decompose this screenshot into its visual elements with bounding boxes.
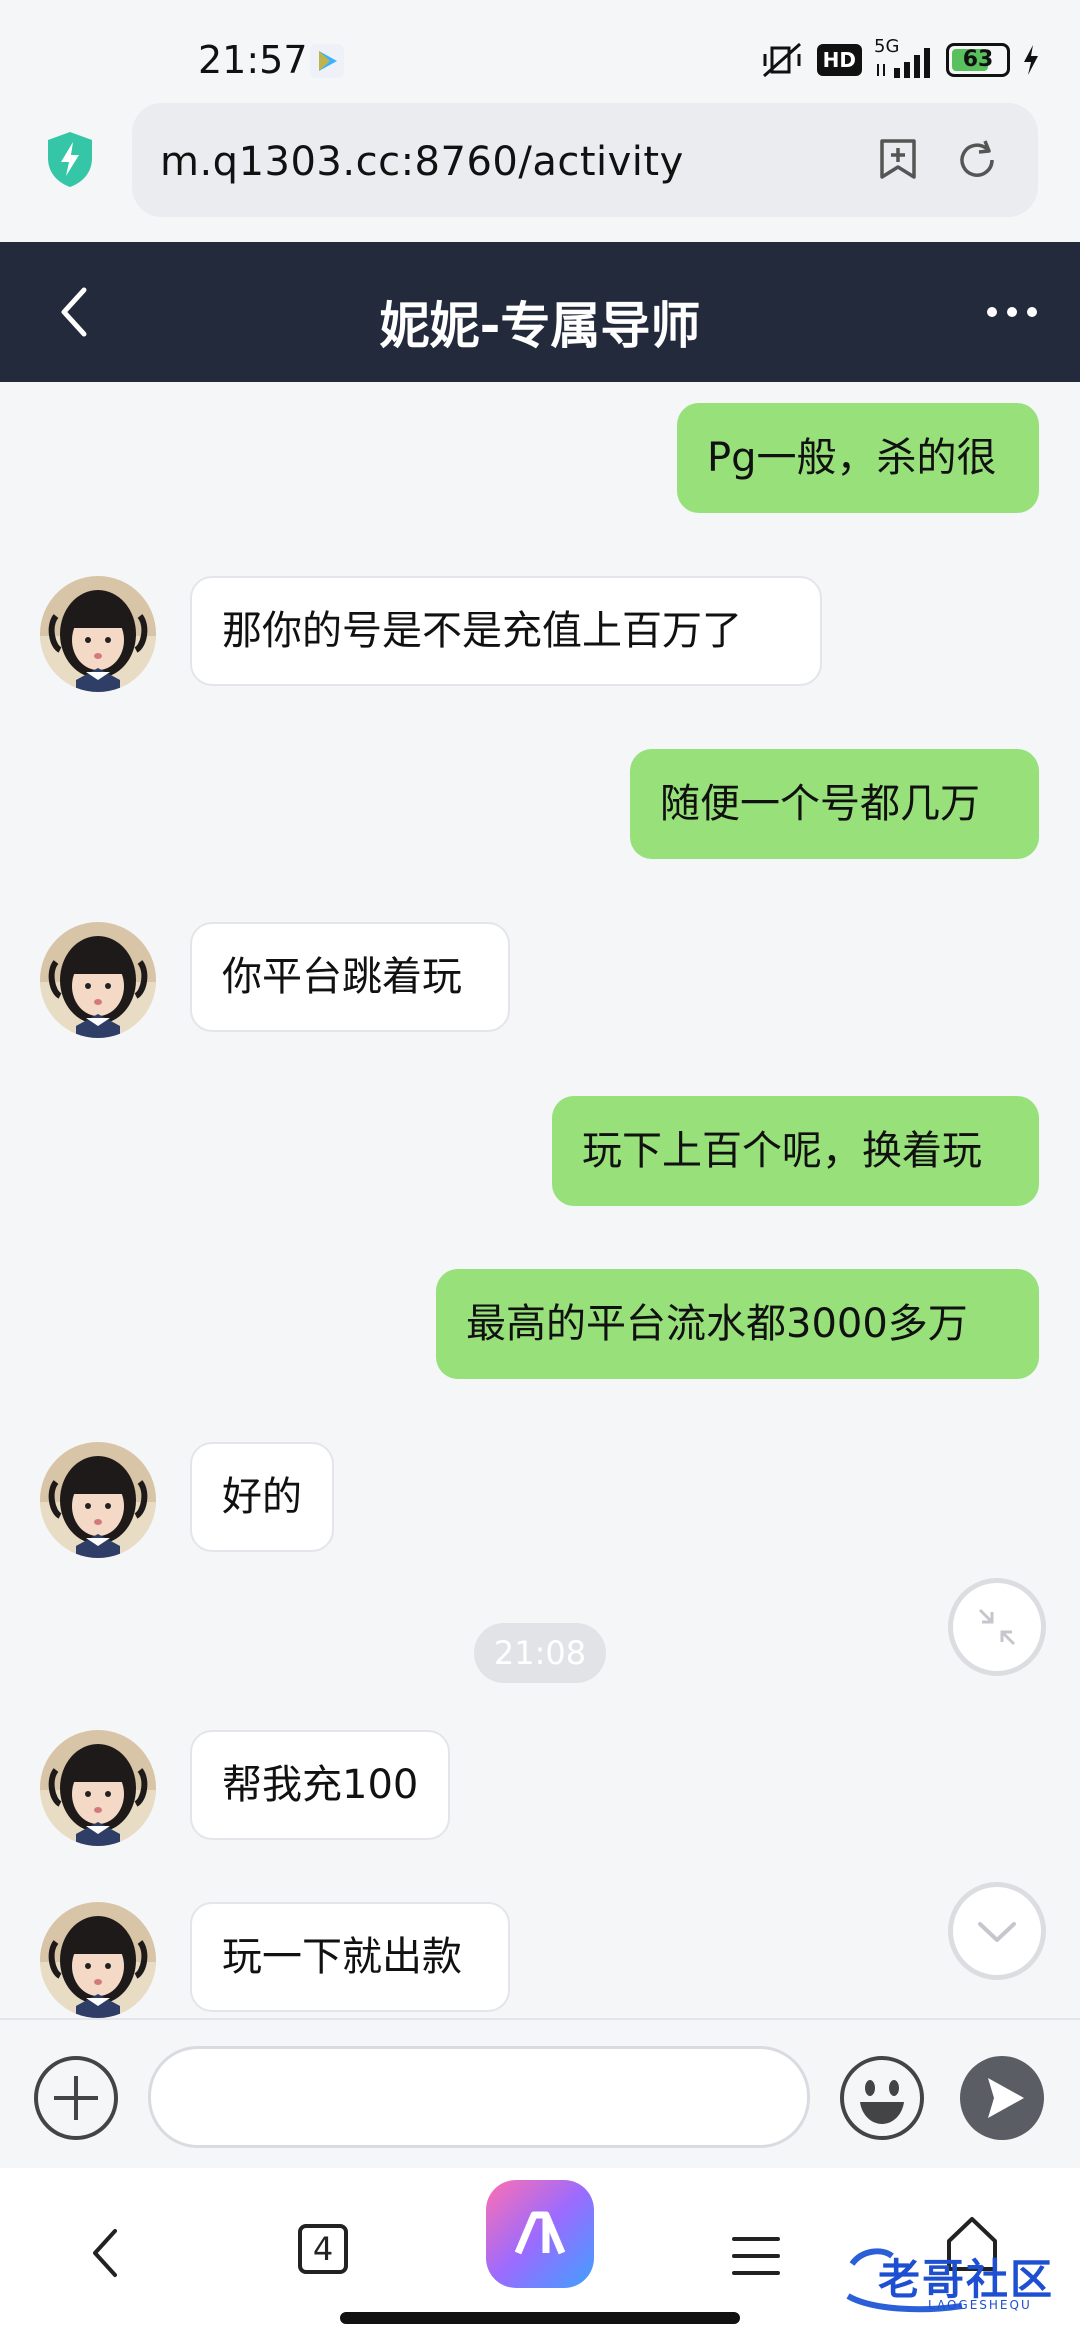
mute-vibrate-icon: [762, 42, 801, 78]
message-text: Pg一般，杀的很: [707, 435, 997, 481]
charging-icon: [1024, 45, 1038, 75]
message-text: 随便一个号都几万: [660, 781, 980, 827]
battery-level: 63: [962, 47, 994, 72]
message-bubble-received[interactable]: 玩一下就出款: [190, 1902, 510, 2012]
message-bubble-received[interactable]: 你平台跳着玩: [190, 922, 510, 1032]
message-bubble-sent[interactable]: 随便一个号都几万: [630, 749, 1039, 859]
message-text: 好的: [222, 1474, 302, 1520]
collapse-arrows-icon: [978, 1608, 1016, 1646]
hd-badge: HD: [816, 44, 862, 76]
ai-assistant-button[interactable]: [486, 2180, 594, 2288]
message-text: 你平台跳着玩: [222, 954, 462, 1000]
signal-icon: 5G: [874, 36, 934, 80]
play-store-icon: [310, 44, 344, 78]
back-icon: [93, 2229, 117, 2277]
message-bubble-received[interactable]: 好的: [190, 1442, 334, 1552]
message-bubble-sent[interactable]: 玩下上百个呢，换着玩: [552, 1096, 1039, 1206]
emoji-icon[interactable]: [838, 2054, 926, 2142]
home-indicator[interactable]: [340, 2312, 740, 2324]
message-bubble-sent[interactable]: 最高的平台流水都3000多万: [436, 1269, 1039, 1379]
tabs-count: 4: [312, 2230, 334, 2268]
collapse-button[interactable]: [948, 1578, 1046, 1676]
message-text: 玩一下就出款: [222, 1934, 462, 1980]
avatar[interactable]: [40, 576, 156, 692]
status-bar: 21:57 HD 5G 63: [0, 0, 1080, 95]
more-options-icon[interactable]: [984, 300, 1040, 324]
message-text: 那你的号是不是充值上百万了: [222, 608, 742, 654]
url-bar[interactable]: m.q1303.cc:8760/activity: [132, 103, 1038, 217]
scroll-down-button[interactable]: [948, 1882, 1046, 1980]
ai-logo-icon: [514, 2211, 566, 2255]
message-bubble-received[interactable]: 那你的号是不是充值上百万了: [190, 576, 822, 686]
message-text: 帮我充100: [222, 1762, 419, 1808]
avatar[interactable]: [40, 922, 156, 1038]
message-input[interactable]: [148, 2046, 810, 2148]
tabs-button[interactable]: 4: [298, 2224, 348, 2274]
avatar[interactable]: [40, 1442, 156, 1558]
status-time: 21:57: [198, 38, 308, 82]
message-text: 最高的平台流水都3000多万: [466, 1301, 968, 1347]
menu-button[interactable]: [728, 2228, 784, 2284]
watermark-logo: 老哥社区 LAOGESHEQU: [842, 2240, 1072, 2320]
message-text: 玩下上百个呢，换着玩: [582, 1128, 982, 1174]
browser-back-button[interactable]: [70, 2218, 140, 2288]
battery-icon: 63: [946, 43, 1010, 77]
chat-title: 妮妮-专属导师: [379, 297, 701, 355]
message-bubble-received[interactable]: 帮我充100: [190, 1730, 450, 1840]
message-timestamp: 21:08: [474, 1623, 606, 1683]
send-icon[interactable]: [958, 2054, 1046, 2142]
chat-header: 妮妮-专属导师: [0, 242, 1080, 382]
avatar[interactable]: [40, 1730, 156, 1846]
watermark-subtext: LAOGESHEQU: [928, 2298, 1032, 2312]
avatar[interactable]: [40, 1902, 156, 2018]
bookmark-add-icon[interactable]: [876, 137, 920, 181]
refresh-icon[interactable]: [954, 137, 1000, 183]
url-text[interactable]: m.q1303.cc:8760/activity: [160, 139, 684, 185]
message-input-bar: [0, 2018, 1080, 2168]
chevron-down-icon: [978, 1922, 1016, 1942]
message-bubble-sent[interactable]: Pg一般，杀的很: [677, 403, 1039, 513]
add-attachment-icon[interactable]: [32, 2054, 120, 2142]
menu-icon: [732, 2237, 780, 2275]
shield-icon[interactable]: [45, 130, 95, 188]
